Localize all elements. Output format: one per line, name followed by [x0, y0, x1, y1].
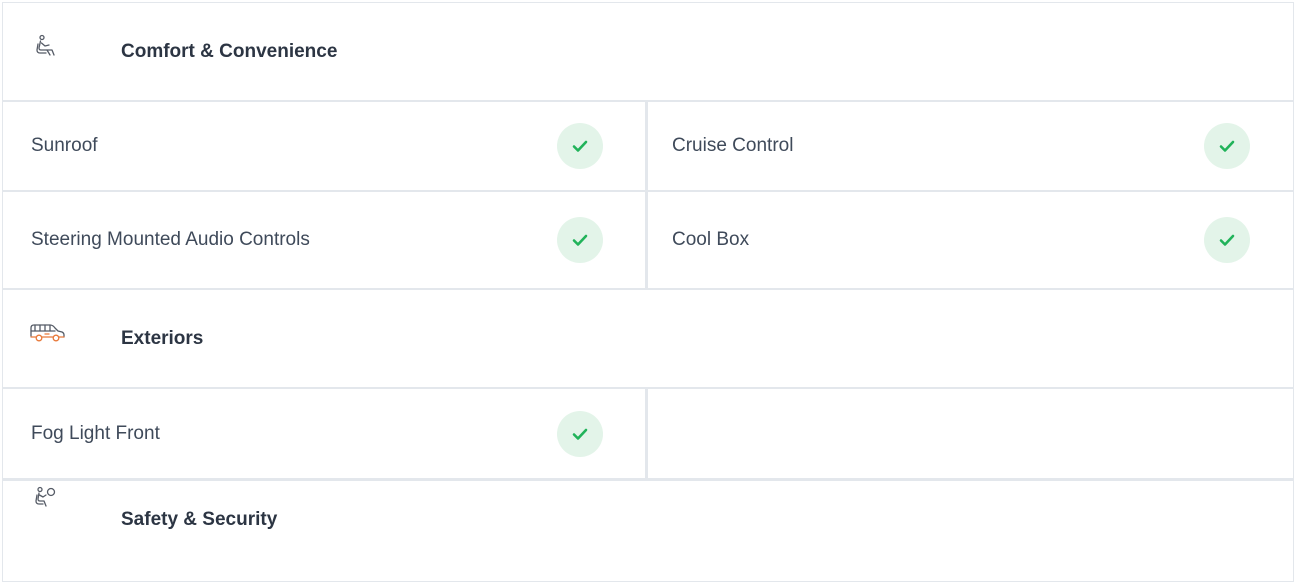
feature-label: Sunroof: [31, 135, 98, 156]
features-table: Comfort & Convenience Sunroof Cruise Con…: [2, 2, 1294, 582]
section-header-exteriors: Exteriors: [3, 290, 1293, 389]
feature-cell: Cool Box: [648, 192, 1293, 288]
feature-cell: Cruise Control: [648, 102, 1293, 190]
feature-row: Steering Mounted Audio Controls Cool Box: [3, 192, 1293, 290]
section-header-comfort: Comfort & Convenience: [3, 3, 1293, 102]
feature-label: Fog Light Front: [31, 422, 160, 444]
feature-row: Fog Light Front: [3, 389, 1293, 481]
feature-cell: Steering Mounted Audio Controls: [3, 192, 648, 288]
feature-label: Cruise Control: [672, 135, 794, 156]
section-header-safety: Safety & Security: [3, 481, 1293, 580]
airbag-icon: [33, 485, 59, 511]
seat-icon: [33, 33, 59, 59]
feature-cell-empty: [648, 389, 1293, 478]
feature-label: Cool Box: [672, 229, 750, 250]
check-icon: [557, 123, 603, 169]
section-title: Exteriors: [121, 327, 204, 349]
check-icon: [1204, 123, 1250, 169]
car-icon: [27, 320, 67, 346]
feature-cell: Fog Light Front: [3, 389, 648, 478]
check-icon: [557, 217, 603, 263]
feature-label: Steering Mounted Audio Controls: [31, 229, 310, 250]
section-title: Comfort & Convenience: [121, 40, 338, 62]
check-icon: [557, 410, 603, 457]
feature-cell: Sunroof: [3, 102, 648, 190]
check-icon: [1204, 217, 1250, 263]
feature-row: Sunroof Cruise Control: [3, 102, 1293, 192]
section-title: Safety & Security: [121, 509, 278, 530]
